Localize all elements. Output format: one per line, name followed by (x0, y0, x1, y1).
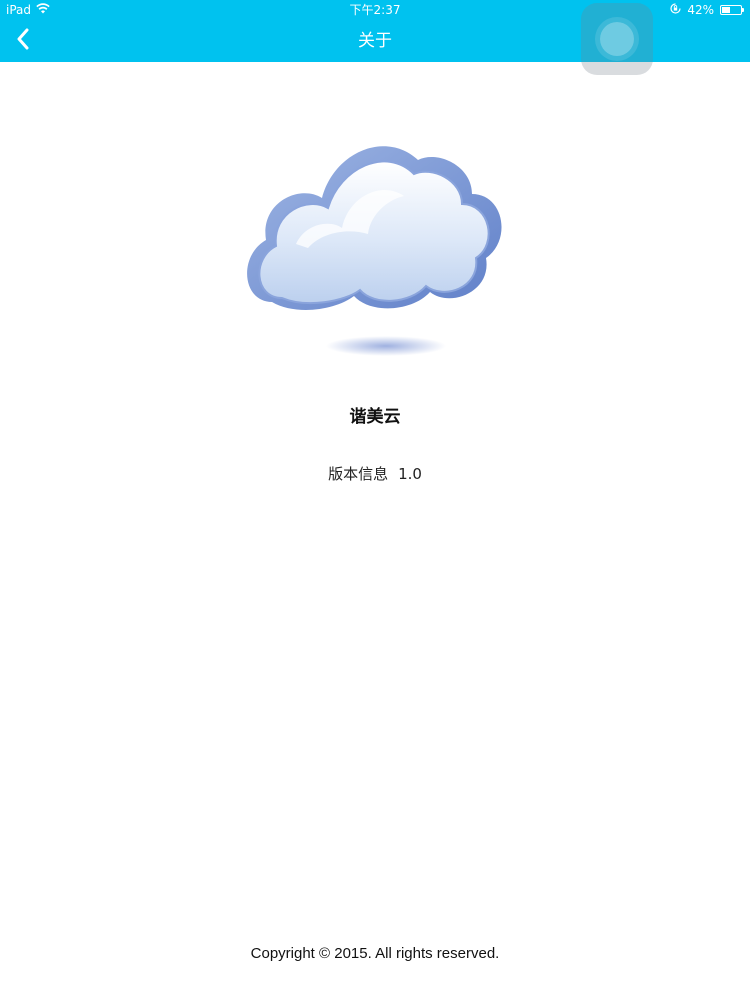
version-value: 1.0 (398, 465, 422, 483)
battery-icon (720, 5, 744, 15)
app-name: 谐美云 (349, 407, 401, 427)
about-screen: iPad 下午2:37 42% 关于 谐美云 版本信息 1.0 Copyrigh… (0, 0, 750, 1000)
battery-percent: 42% (687, 3, 714, 17)
cloud-icon (236, 124, 516, 374)
battery-level (722, 7, 730, 13)
status-right: 42% (670, 0, 744, 20)
version-info: 版本信息 1.0 (0, 463, 750, 484)
rotation-lock-icon (670, 0, 681, 20)
version-label: 版本信息 (328, 465, 389, 483)
assistive-touch-button[interactable] (581, 3, 653, 75)
copyright-text: Copyright © 2015. All rights reserved. (250, 945, 500, 962)
assistive-touch-dot (600, 22, 634, 56)
